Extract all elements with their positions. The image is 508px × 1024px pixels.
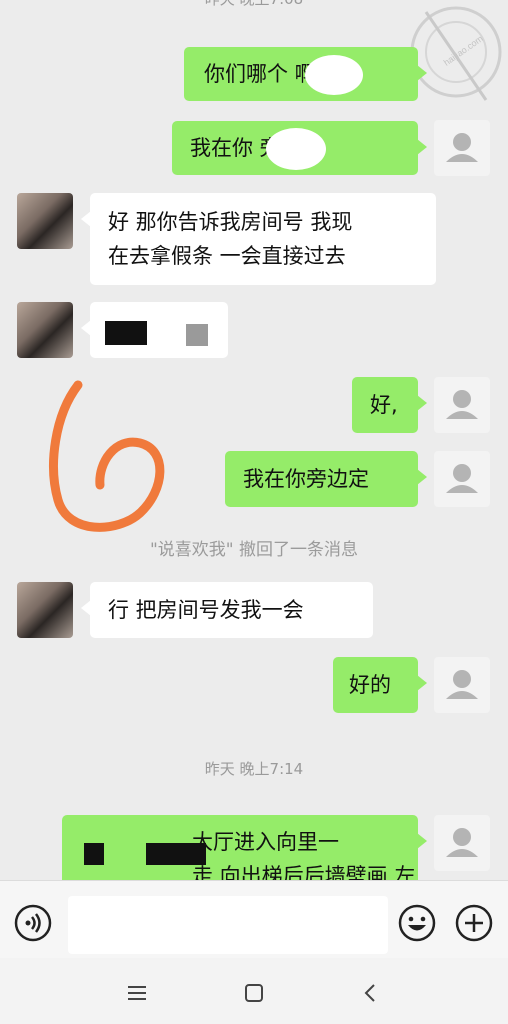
message-bubble-me[interactable]: 大厅进入向里一 走 向出梯后后墙壁画 左	[62, 815, 427, 880]
default-avatar-icon	[446, 670, 478, 699]
default-avatar-icon	[446, 133, 478, 162]
my-avatar[interactable]	[434, 657, 490, 713]
my-avatar[interactable]	[434, 120, 490, 176]
contact-avatar[interactable]	[17, 302, 73, 358]
chat-area: 昨天 晚上7:08 haijiao.com 你们哪个 啊? 我在你 旁边定 好 …	[0, 0, 508, 880]
default-avatar-icon	[446, 828, 478, 857]
redaction-square	[186, 324, 208, 346]
my-avatar[interactable]	[434, 815, 490, 871]
message-bubble-me[interactable]: 你们哪个 啊?	[184, 47, 427, 101]
contact-avatar[interactable]	[17, 582, 73, 638]
back-icon[interactable]	[356, 978, 386, 1008]
message-text: 好的	[349, 673, 391, 697]
redaction-bar	[146, 843, 206, 865]
message-text: 行 把房间号发我一会	[108, 598, 304, 622]
message-input[interactable]	[68, 896, 388, 954]
redaction-bar	[84, 843, 104, 865]
message-bubble-them[interactable]: 好 那你告诉我房间号 我现 在去拿假条 一会直接过去	[81, 193, 436, 285]
redaction-blot	[305, 55, 363, 95]
message-bubble-me[interactable]: 我在你旁边定	[225, 451, 427, 507]
message-bubble-me[interactable]: 好的	[333, 657, 427, 713]
message-text-line: 好 那你告诉我房间号 我现	[108, 210, 353, 234]
message-text-line: 在去拿假条 一会直接过去	[108, 244, 346, 268]
my-avatar[interactable]	[434, 377, 490, 433]
voice-icon[interactable]	[14, 904, 52, 942]
input-bar	[0, 880, 508, 959]
message-text-line: 大厅进入向里一	[192, 830, 339, 854]
message-text: 我在你旁边定	[243, 467, 369, 491]
system-nav-bar	[0, 958, 508, 1024]
emoji-icon[interactable]	[398, 904, 436, 942]
message-bubble-me[interactable]: 好,	[352, 377, 427, 433]
home-icon[interactable]	[239, 978, 269, 1008]
default-avatar-icon	[446, 390, 478, 419]
default-avatar-icon	[446, 464, 478, 493]
contact-avatar[interactable]	[17, 193, 73, 249]
annotation-six-drawing	[49, 380, 165, 532]
redaction-bar	[105, 321, 147, 345]
my-avatar[interactable]	[434, 451, 490, 507]
recall-notice: "说喜欢我" 撤回了一条消息	[149, 540, 359, 560]
svg-text:haijiao.com: haijiao.com	[442, 33, 485, 67]
message-text: 好,	[370, 393, 398, 417]
plus-icon[interactable]	[455, 904, 493, 942]
message-text-line: 走 向出梯后后墙壁画 左	[192, 864, 416, 880]
menu-icon[interactable]	[122, 978, 152, 1008]
message-bubble-them[interactable]: 行 把房间号发我一会	[81, 582, 373, 638]
redaction-blot	[266, 128, 326, 170]
timestamp: 昨天 晚上7:14	[204, 760, 304, 778]
